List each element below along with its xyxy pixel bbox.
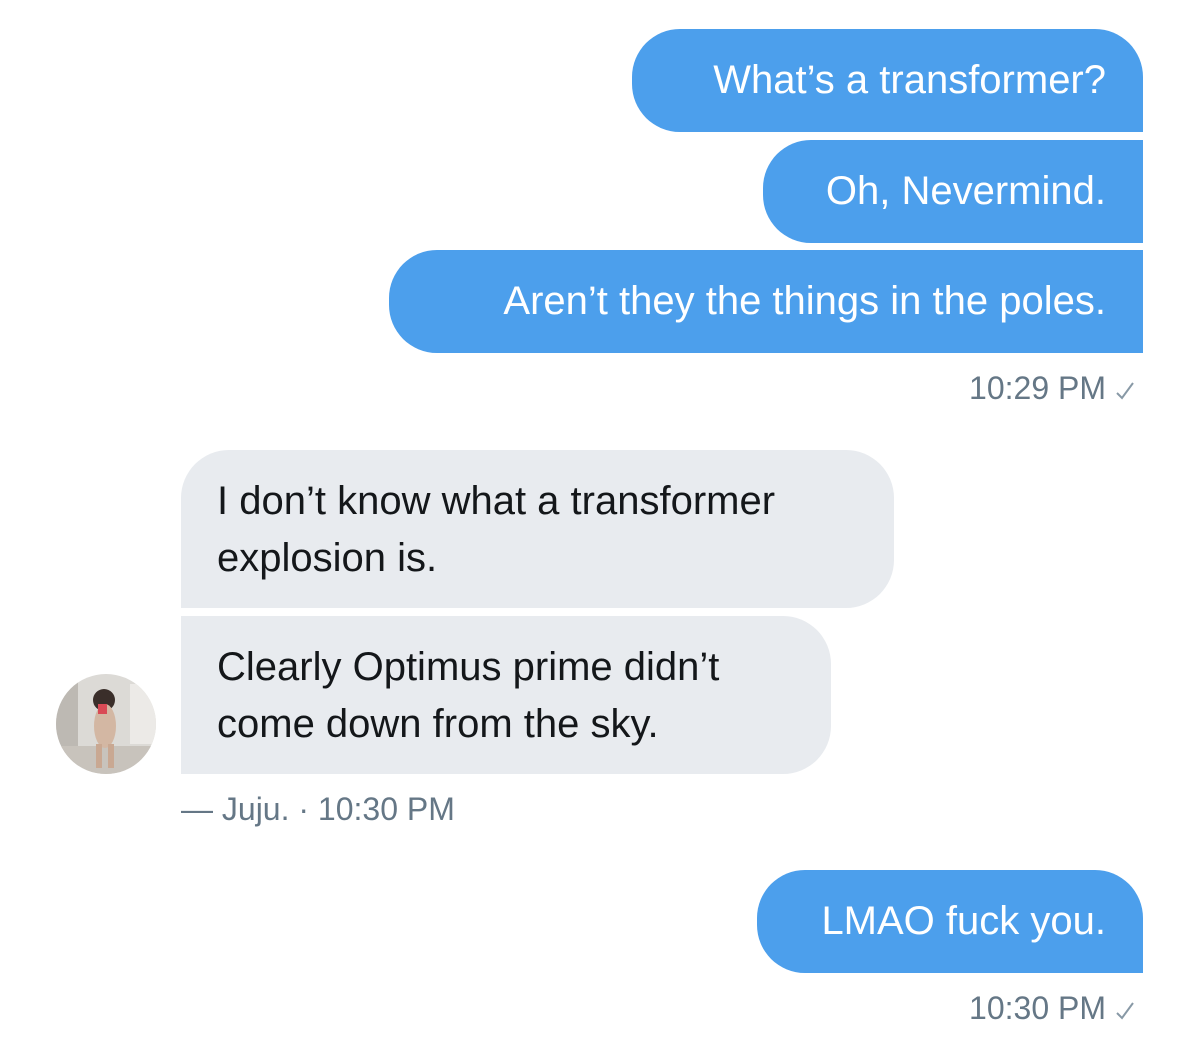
avatar[interactable] [56, 674, 156, 774]
sender-line: — Juju. · 10:30 PM [181, 791, 455, 827]
outgoing-message-1[interactable]: What’s a transformer? [632, 29, 1143, 132]
message-text: What’s a transformer? [713, 58, 1106, 102]
message-line: explosion is. [217, 536, 438, 580]
message-line: come down from the sky. [217, 702, 659, 746]
outgoing-message-2[interactable]: Oh, Nevermind. [763, 140, 1143, 243]
timestamp-text: 10:30 PM [969, 990, 1106, 1026]
avatar-image [56, 674, 156, 774]
outgoing-message-3[interactable]: Aren’t they the things in the poles. [389, 250, 1143, 353]
message-text: Aren’t they the things in the poles. [503, 279, 1106, 323]
message-timestamp: 10:29 PM [969, 368, 1134, 408]
checkmark-icon [1116, 382, 1134, 400]
message-timestamp: 10:30 PM [969, 988, 1134, 1028]
message-text: LMAO fuck you. [821, 899, 1106, 943]
message-line: I don’t know what a transformer [217, 479, 776, 523]
message-line: Clearly Optimus prime didn’t [217, 645, 720, 689]
outgoing-message-4[interactable]: LMAO fuck you. [757, 870, 1143, 973]
sender-timestamp: — Juju. · 10:30 PM [181, 789, 455, 829]
message-text: Oh, Nevermind. [825, 169, 1106, 213]
checkmark-icon [1116, 1002, 1134, 1020]
incoming-message-1[interactable]: I don’t know what a transformer explosio… [181, 450, 894, 608]
timestamp-text: 10:29 PM [969, 370, 1106, 406]
incoming-message-2[interactable]: Clearly Optimus prime didn’t come down f… [181, 616, 831, 774]
